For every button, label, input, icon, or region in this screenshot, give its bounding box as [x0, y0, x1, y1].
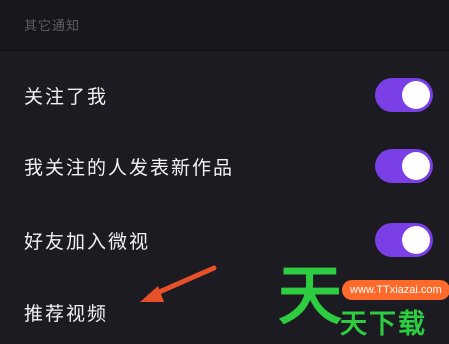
section-title: 其它通知 [24, 19, 81, 34]
setting-row-followed-me[interactable]: 关注了我 [0, 59, 449, 131]
toggle-new-works[interactable] [375, 149, 433, 183]
watermark-url: www.TTxiazai.com [342, 280, 449, 300]
watermark-logo-char: 天 [278, 260, 342, 334]
setting-label-followed-me: 关注了我 [24, 85, 109, 108]
red-arrow-annotation [140, 265, 217, 302]
setting-row-new-works[interactable]: 我关注的人发表新作品 [0, 130, 449, 202]
site-watermark: 天 www.TTxiazai.com 天下载 [270, 262, 449, 344]
watermark-brand: 天下载 [340, 309, 427, 340]
setting-label-new-works: 我关注的人发表新作品 [24, 156, 235, 179]
toggle-friend-joined[interactable] [375, 223, 433, 257]
toggle-followed-me[interactable] [375, 78, 433, 112]
setting-label-friend-joined: 好友加入微视 [24, 230, 151, 253]
toggle-knob [402, 152, 430, 180]
notification-settings-screen: 其它通知 关注了我 我关注的人发表新作品 好友加入微视 推荐视频 天 www.T… [0, 0, 449, 344]
toggle-knob [402, 226, 430, 254]
setting-label-recommended-videos: 推荐视频 [24, 302, 109, 325]
section-header: 其它通知 [0, 0, 449, 51]
toggle-knob [402, 81, 430, 109]
